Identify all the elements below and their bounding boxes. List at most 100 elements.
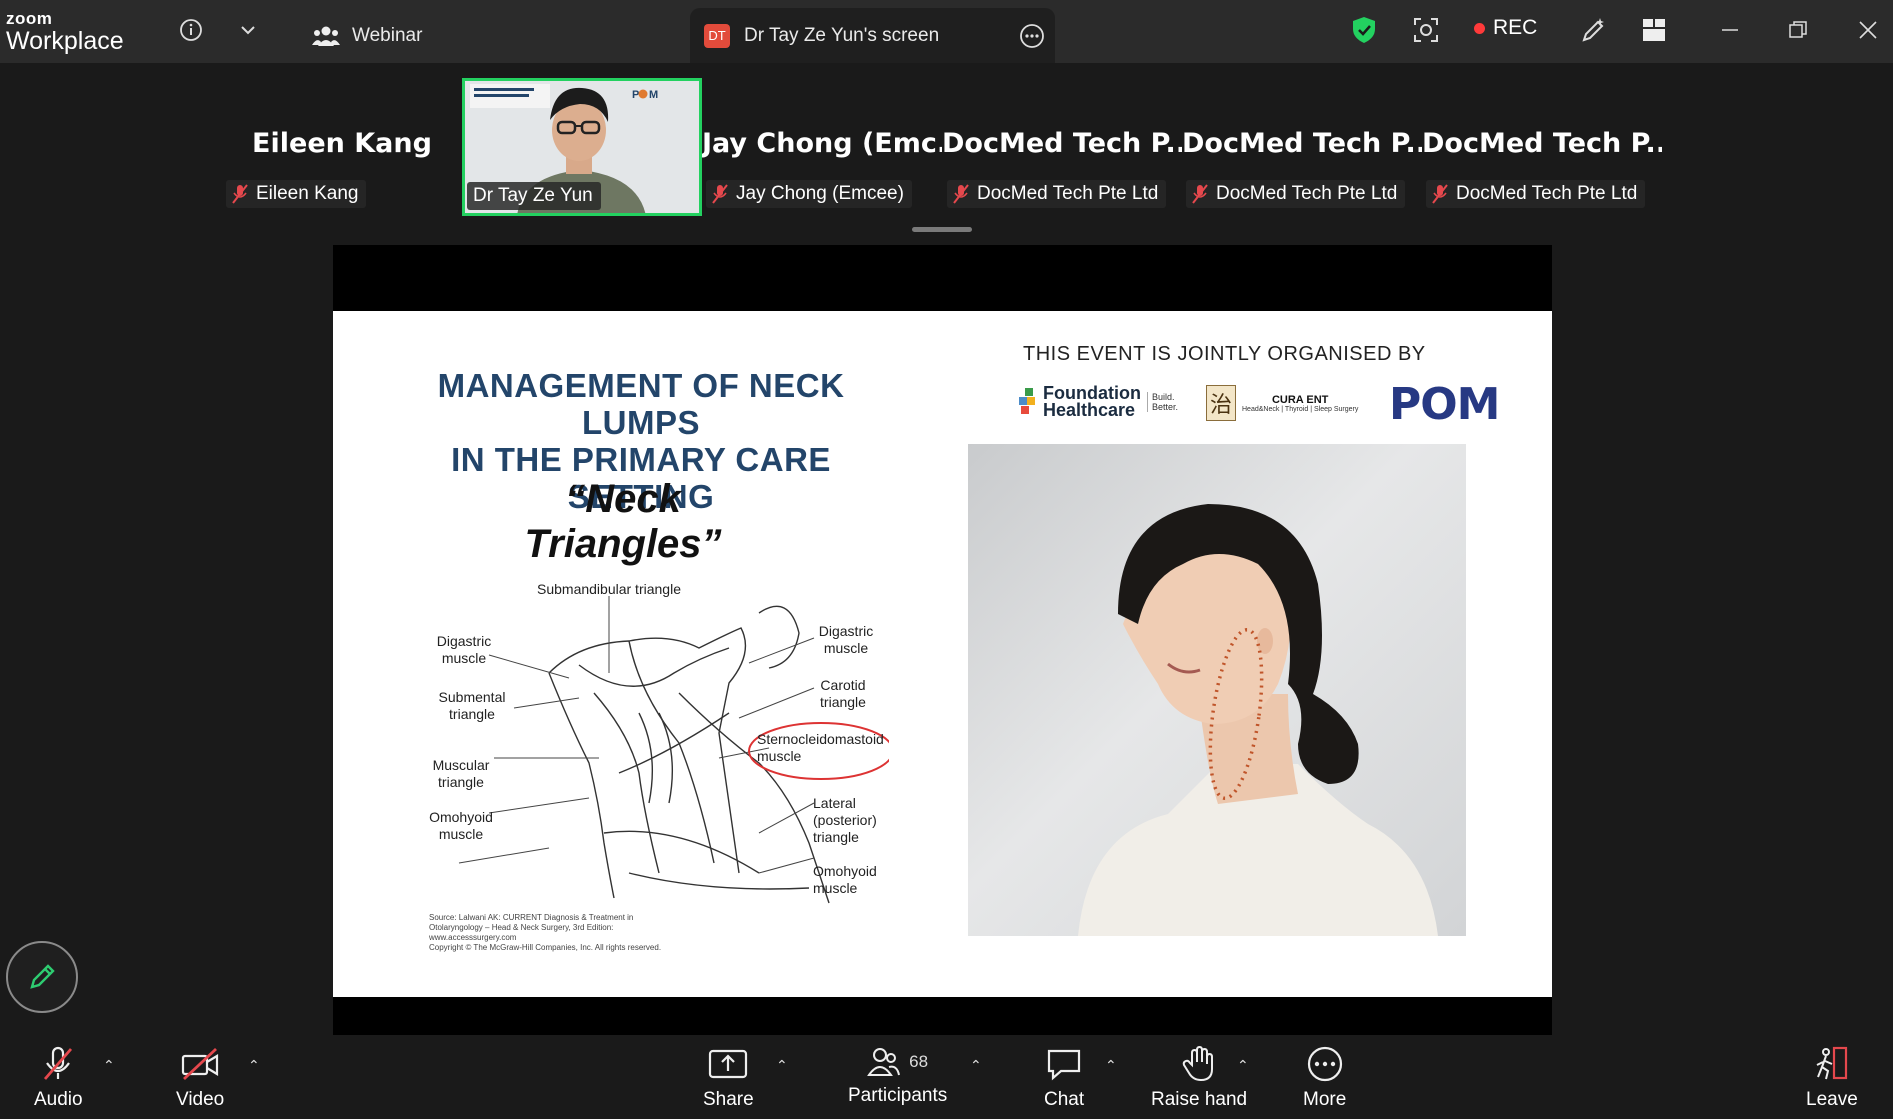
participant-big-name: DocMed Tech P... [1422, 128, 1662, 159]
organiser-heading: THIS EVENT IS JOINTLY ORGANISED BY [1023, 343, 1426, 365]
label-carotid-triangle: Carotid triangle [820, 677, 866, 710]
recording-indicator[interactable]: REC [1474, 16, 1537, 40]
participant-label: Dr Tay Ze Yun [467, 182, 601, 210]
video-button[interactable]: Video [176, 1045, 224, 1111]
mic-muted-icon [1432, 184, 1448, 204]
presentation-slide: MANAGEMENT OF NECK LUMPS IN THE PRIMARY … [333, 311, 1552, 997]
info-icon[interactable] [173, 12, 209, 48]
logo-pom-text: POM [1389, 379, 1500, 430]
logo-pom: POM [1389, 379, 1500, 430]
participant-name: Dr Tay Ze Yun [473, 185, 593, 206]
participant-big-name: Jay Chong (Emc... [702, 128, 942, 159]
participant-label: DocMed Tech Pte Ltd [1426, 180, 1646, 208]
focus-mode-icon[interactable] [1408, 12, 1444, 48]
participants-button[interactable]: 68 Participants [848, 1045, 947, 1107]
logo-better-text: Better. [1151, 402, 1178, 412]
source-line: Copyright © The McGraw-Hill Companies, I… [429, 943, 662, 952]
logo-cura-ent: 治 CURA ENT Head&Neck | Thyroid | Sleep S… [1206, 385, 1358, 421]
annotate-floating-button[interactable] [6, 941, 78, 1013]
share-label: Share [703, 1089, 754, 1110]
more-label: More [1303, 1089, 1347, 1110]
label-omohyoid-muscle-left: Omohyoid muscle [429, 809, 493, 842]
participant-tile-active-speaker[interactable]: P M Dr Tay Ze Yun [462, 78, 702, 216]
slide-title-line1: MANAGEMENT OF NECK LUMPS [437, 367, 845, 441]
video-off-icon [182, 1047, 219, 1081]
participant-name: DocMed Tech Pte Ltd [977, 183, 1159, 204]
tab-shared-screen[interactable]: DT Dr Tay Ze Yun's screen [690, 8, 1055, 63]
raise-hand-label: Raise hand [1151, 1089, 1248, 1110]
share-button[interactable]: Share [703, 1045, 754, 1111]
zoom-logo: zoom Workplace [6, 10, 124, 54]
share-screen-icon [709, 1049, 748, 1079]
participants-label: Participants [848, 1085, 948, 1106]
woman-profile-photo [968, 444, 1466, 936]
leave-label: Leave [1806, 1089, 1858, 1110]
woman-illustration [1078, 504, 1438, 936]
strip-resize-handle[interactable] [912, 227, 972, 232]
label-muscular-triangle: Muscular triangle [432, 757, 490, 790]
restore-icon[interactable] [1780, 12, 1816, 48]
cura-logo-icon: 治 [1206, 385, 1236, 421]
video-label: Video [176, 1089, 225, 1110]
raise-hand-button[interactable]: Raise hand [1151, 1045, 1247, 1111]
svg-text:M: M [649, 89, 658, 101]
logo-cura-text: CURA ENT [1271, 393, 1329, 406]
foundation-logo-icon [1019, 388, 1035, 414]
brand-small: zoom [6, 9, 53, 28]
svg-text:P: P [632, 89, 639, 101]
close-icon[interactable] [1850, 12, 1886, 48]
participant-label: Eileen Kang [226, 180, 367, 208]
mic-muted-icon [712, 184, 728, 204]
view-grid-icon[interactable] [1636, 12, 1672, 48]
participant-name: DocMed Tech Pte Ltd [1456, 183, 1638, 204]
leave-door-icon [1816, 1046, 1847, 1080]
label-submandibular-triangle: Submandibular triangle [537, 581, 681, 597]
chat-options-caret-icon[interactable]: ⌃ [1105, 1057, 1117, 1074]
recording-dot-icon [1474, 22, 1485, 34]
participant-tile[interactable]: Jay Chong (Emc... Jay Chong (Emcee) [702, 78, 942, 216]
label-sternocleidomastoid-muscle: Sternocleidomastoid muscle [757, 731, 884, 764]
raise-hand-options-caret-icon[interactable]: ⌃ [1237, 1057, 1249, 1074]
people-icon [312, 26, 340, 46]
participants-options-caret-icon[interactable]: ⌃ [970, 1057, 982, 1074]
more-button[interactable]: More [1303, 1045, 1346, 1111]
participant-tile[interactable]: DocMed Tech P... DocMed Tech Pte Ltd [1422, 78, 1662, 216]
participant-big-name: Eileen Kang [252, 128, 432, 159]
chat-button[interactable]: Chat [1044, 1045, 1084, 1111]
slide-subtitle: “Neck Triangles” [524, 477, 722, 566]
chevron-down-icon[interactable] [230, 12, 266, 48]
more-options-icon[interactable] [1019, 23, 1045, 49]
minimize-icon[interactable] [1712, 12, 1748, 48]
tab-webinar[interactable]: Webinar [312, 8, 422, 63]
share-options-caret-icon[interactable]: ⌃ [776, 1057, 788, 1074]
chat-label: Chat [1044, 1089, 1085, 1110]
meeting-toolbar: Audio ⌃ Video ⌃ Share ⌃ 68 Participants … [0, 1035, 1893, 1119]
audio-options-caret-icon[interactable]: ⌃ [103, 1057, 115, 1074]
participant-tile[interactable]: Eileen Kang Eileen Kang [222, 78, 462, 216]
annotate-icon[interactable] [1576, 12, 1612, 48]
diagram-source-credit: Source: Lalwani AK: CURRENT Diagnosis & … [429, 913, 661, 953]
mic-muted-icon [953, 184, 969, 204]
screen-owner-badge: DT [704, 23, 730, 48]
participant-tile[interactable]: DocMed Tech P... DocMed Tech Pte Ltd [942, 78, 1182, 216]
participant-name: DocMed Tech Pte Ltd [1216, 183, 1398, 204]
label-lateral-posterior-triangle: Lateral (posterior) triangle [813, 795, 877, 845]
hand-icon [1182, 1045, 1214, 1082]
label-submental-triangle: Submental triangle [438, 689, 506, 722]
participant-big-name: DocMed Tech P... [942, 128, 1182, 159]
audio-label: Audio [34, 1089, 83, 1110]
video-options-caret-icon[interactable]: ⌃ [248, 1057, 260, 1074]
audio-button[interactable]: Audio [34, 1045, 83, 1111]
leave-button[interactable]: Leave [1806, 1045, 1858, 1111]
security-shield-icon[interactable] [1346, 12, 1382, 48]
rec-label: REC [1493, 16, 1538, 39]
logo-cura-sub-text: Head&Neck | Thyroid | Sleep Surgery [1242, 405, 1359, 413]
source-line: www.accesssurgery.com [429, 933, 517, 942]
participant-big-name: DocMed Tech P... [1182, 128, 1422, 159]
participant-tile[interactable]: DocMed Tech P... DocMed Tech Pte Ltd [1182, 78, 1422, 216]
mic-muted-icon [1192, 184, 1208, 204]
participant-label: DocMed Tech Pte Ltd [947, 180, 1167, 208]
mic-muted-icon [232, 184, 248, 204]
more-icon [1307, 1046, 1342, 1082]
tab-webinar-label: Webinar [352, 24, 423, 46]
